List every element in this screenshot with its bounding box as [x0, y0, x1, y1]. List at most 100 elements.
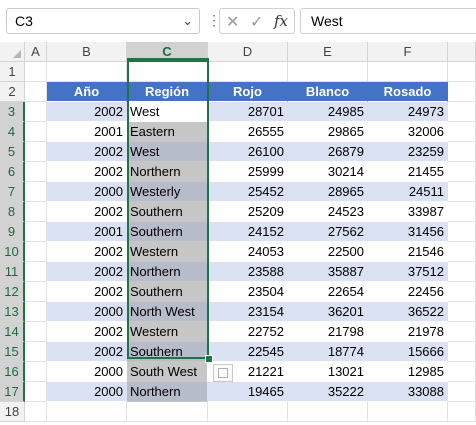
table-cell[interactable]: 2002 [47, 322, 127, 342]
cell[interactable] [448, 122, 476, 142]
cell[interactable] [208, 62, 288, 82]
column-header-b[interactable]: B [47, 42, 127, 62]
row-header-9[interactable]: 9 [0, 222, 25, 242]
table-cell[interactable]: 2000 [47, 382, 127, 402]
row-header-1[interactable]: 1 [0, 62, 25, 82]
table-cell[interactable]: 19465 [208, 382, 288, 402]
cell[interactable] [25, 242, 47, 262]
cell[interactable] [448, 302, 476, 322]
cell[interactable] [25, 322, 47, 342]
table-cell[interactable]: 27562 [288, 222, 368, 242]
cell[interactable] [47, 62, 127, 82]
cell[interactable] [448, 142, 476, 162]
table-cell[interactable]: 25452 [208, 182, 288, 202]
cell[interactable] [448, 102, 476, 122]
cell[interactable] [448, 342, 476, 362]
table-cell[interactable]: 2002 [47, 262, 127, 282]
table-cell[interactable]: 26100 [208, 142, 288, 162]
cell[interactable] [448, 262, 476, 282]
table-cell[interactable]: 29865 [288, 122, 368, 142]
table-cell[interactable]: 21798 [288, 322, 368, 342]
table-cell[interactable]: 23259 [368, 142, 448, 162]
table-cell[interactable]: 24973 [368, 102, 448, 122]
table-cell[interactable]: 33088 [368, 382, 448, 402]
table-cell[interactable]: 28701 [208, 102, 288, 122]
cell[interactable] [25, 262, 47, 282]
row-header-16[interactable]: 16 [0, 362, 25, 382]
table-header-cell[interactable]: Blanco [288, 82, 368, 102]
row-header-11[interactable]: 11 [0, 262, 25, 282]
cell[interactable] [127, 62, 208, 82]
table-cell[interactable]: 24053 [208, 242, 288, 262]
table-cell[interactable]: 32006 [368, 122, 448, 142]
table-cell[interactable]: 33987 [368, 202, 448, 222]
fill-handle[interactable] [205, 355, 213, 363]
table-cell[interactable]: 2000 [47, 362, 127, 382]
cell[interactable] [25, 282, 47, 302]
cell[interactable] [25, 142, 47, 162]
table-cell[interactable]: 23588 [208, 262, 288, 282]
table-cell[interactable]: 26555 [208, 122, 288, 142]
table-header-cell[interactable]: Región [127, 82, 208, 102]
table-cell[interactable]: 2001 [47, 122, 127, 142]
table-cell[interactable]: 24985 [288, 102, 368, 122]
table-cell[interactable]: 36522 [368, 302, 448, 322]
row-header-6[interactable]: 6 [0, 162, 25, 182]
table-cell[interactable]: 31456 [368, 222, 448, 242]
table-cell[interactable]: 36201 [288, 302, 368, 322]
cell[interactable] [448, 362, 476, 382]
region-cell[interactable]: Westerly [127, 182, 208, 202]
table-cell[interactable]: 37512 [368, 262, 448, 282]
insert-function-icon[interactable]: fx [274, 12, 288, 30]
table-cell[interactable]: 24523 [288, 202, 368, 222]
enter-check-icon[interactable]: ✓ [250, 12, 263, 32]
cell[interactable] [25, 62, 47, 82]
table-cell[interactable]: 2002 [47, 242, 127, 262]
table-header-cell[interactable]: Rosado [368, 82, 448, 102]
table-cell[interactable]: 30214 [288, 162, 368, 182]
region-cell[interactable]: Eastern [127, 122, 208, 142]
column-header-d[interactable]: D [208, 42, 288, 62]
table-cell[interactable]: 28965 [288, 182, 368, 202]
region-cell[interactable]: Western [127, 242, 208, 262]
table-cell[interactable]: 2002 [47, 342, 127, 362]
table-cell[interactable]: 25999 [208, 162, 288, 182]
row-header-14[interactable]: 14 [0, 322, 25, 342]
cell[interactable] [368, 62, 448, 82]
cell[interactable] [208, 402, 288, 422]
cell[interactable] [448, 182, 476, 202]
row-header-7[interactable]: 7 [0, 182, 25, 202]
region-cell[interactable]: Northern [127, 262, 208, 282]
cell[interactable] [288, 62, 368, 82]
formula-input[interactable]: West [300, 8, 476, 34]
cell[interactable] [448, 242, 476, 262]
region-cell[interactable]: Southern [127, 342, 208, 362]
cancel-icon[interactable]: ✕ [226, 12, 239, 32]
name-box[interactable]: C3 ⌄ [6, 8, 200, 34]
row-header-8[interactable]: 8 [0, 202, 25, 222]
cell[interactable] [448, 322, 476, 342]
row-header-17[interactable]: 17 [0, 382, 25, 402]
table-header-cell[interactable]: Rojo [208, 82, 288, 102]
cell[interactable] [25, 362, 47, 382]
column-header-e[interactable]: E [288, 42, 368, 62]
table-cell[interactable]: 22752 [208, 322, 288, 342]
table-cell[interactable]: 21978 [368, 322, 448, 342]
quick-analysis-button[interactable] [213, 364, 233, 382]
cell[interactable] [25, 382, 47, 402]
table-cell[interactable]: 2002 [47, 202, 127, 222]
column-header-next[interactable] [448, 42, 476, 62]
row-header-12[interactable]: 12 [0, 282, 25, 302]
table-cell[interactable]: 22545 [208, 342, 288, 362]
table-cell[interactable]: 18774 [288, 342, 368, 362]
region-cell[interactable]: Western [127, 322, 208, 342]
table-cell[interactable]: 25209 [208, 202, 288, 222]
cell[interactable] [448, 162, 476, 182]
row-header-2[interactable]: 2 [0, 82, 25, 102]
cell[interactable] [25, 342, 47, 362]
cell[interactable] [25, 122, 47, 142]
table-cell[interactable]: 2000 [47, 302, 127, 322]
select-all-corner[interactable] [0, 42, 25, 62]
table-cell[interactable]: 35887 [288, 262, 368, 282]
table-cell[interactable]: 2000 [47, 182, 127, 202]
